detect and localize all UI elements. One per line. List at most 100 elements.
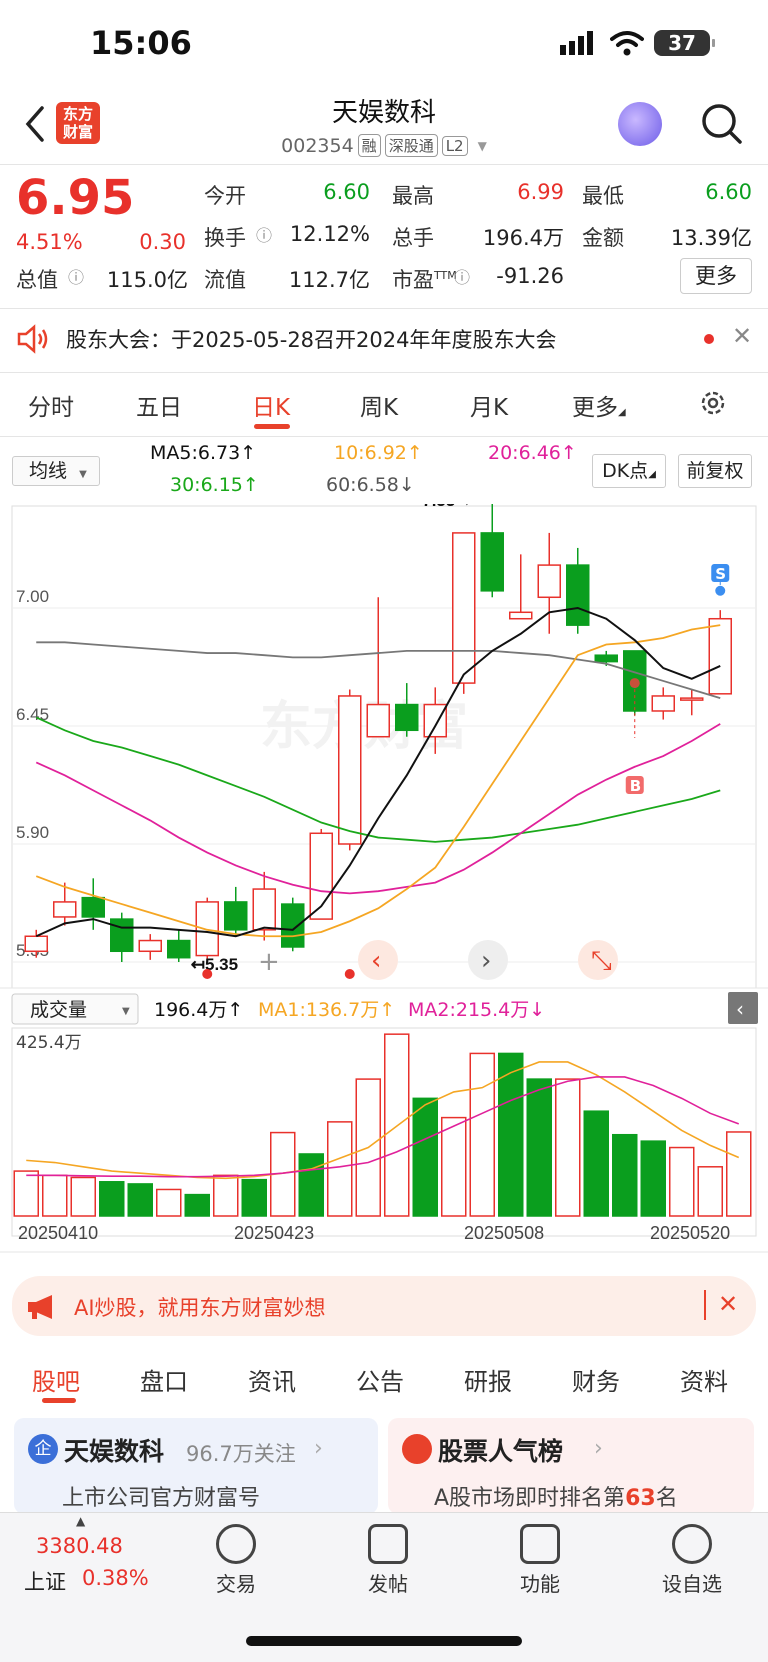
volume-bar — [42, 1174, 68, 1217]
quote-value: 6.99 — [517, 180, 564, 204]
volume-bar — [640, 1140, 666, 1217]
volume-bar — [70, 1176, 96, 1217]
ma-selector[interactable]: 均线 ▼ — [12, 456, 100, 486]
active-tab-indicator — [254, 424, 290, 429]
close-icon[interactable]: ✕ — [732, 322, 752, 350]
tab-4[interactable]: 月K — [470, 388, 508, 422]
index-percent[interactable]: 0.38% — [82, 1566, 149, 1590]
candle-body — [537, 564, 561, 599]
section-tab-6[interactable]: 资料 — [680, 1362, 728, 1397]
candle-body — [53, 901, 77, 918]
ma60-value: 60:6.58↓ — [326, 474, 415, 496]
popularity-card-title: 股票人气榜 — [438, 1437, 564, 1466]
y-tick-label: 7.00 — [16, 587, 49, 606]
popularity-card-subtitle: A股市场即时排名第63名 — [434, 1486, 678, 1511]
notice-text[interactable]: 股东大会：于2025-05-28召开2024年年度股东大会 — [66, 324, 556, 354]
index-name[interactable]: 上证 — [24, 1566, 66, 1596]
tab-1[interactable]: 五日 — [136, 388, 182, 422]
ma5-value: MA5:6.73↑ — [150, 442, 257, 464]
margin-tag: 融 — [357, 134, 381, 157]
status-icons: 37 — [560, 30, 715, 56]
dk-point-button[interactable]: DK点◢ — [592, 454, 666, 488]
chevron-left-icon: ‹ — [371, 946, 381, 976]
quote-label: 市盈TTM — [392, 268, 457, 292]
toolbar-label: 设自选 — [662, 1572, 722, 1596]
more-button[interactable]: 更多 — [680, 258, 752, 294]
candle-body — [395, 703, 419, 732]
speaker-icon — [17, 324, 48, 354]
quote-value: 13.39亿 — [670, 226, 752, 250]
ma20-value: 20:6.46↑ — [488, 442, 577, 464]
candle-body — [138, 939, 162, 953]
ai-robot-icon[interactable] — [618, 102, 662, 146]
toolbar-yen[interactable]: 交易 — [186, 1524, 286, 1597]
chevron-down-icon: ▼ — [122, 1006, 130, 1017]
candle-body — [281, 903, 305, 948]
section-tab-5[interactable]: 财务 — [572, 1362, 620, 1397]
candle-body — [338, 695, 362, 845]
index-value[interactable]: 3380.48 — [36, 1534, 123, 1558]
dropdown-arrow-icon: ◢ — [618, 407, 626, 418]
volume-bar — [469, 1052, 495, 1217]
close-icon[interactable]: ✕ — [718, 1290, 738, 1318]
search-icon[interactable] — [700, 102, 744, 146]
section-tab-2[interactable]: 资讯 — [248, 1362, 296, 1397]
dropdown-arrow-icon[interactable]: ▼ — [478, 139, 487, 153]
ai-promo-text[interactable]: AI炒股，就用东方财富妙想 — [74, 1292, 326, 1322]
volume-bar — [384, 1033, 410, 1217]
candle-body — [110, 918, 134, 953]
tab-2[interactable]: 日K — [252, 388, 290, 422]
candle-body — [167, 939, 191, 959]
x-tick-label: 20250423 — [234, 1223, 314, 1243]
candle-body — [480, 532, 504, 592]
quote-label: 换手 — [204, 226, 246, 250]
vol-ma2-value: MA2:215.4万↓ — [408, 999, 545, 1021]
company-card-title: 天娱数科 — [64, 1437, 165, 1466]
info-icon[interactable]: ⓘ — [68, 264, 84, 288]
quote-value: 12.12% — [289, 222, 370, 246]
crosshair-icon: + — [258, 947, 280, 977]
toolbar-grid[interactable]: 功能 — [490, 1524, 590, 1597]
sell-signal-label: S — [715, 565, 726, 583]
info-icon[interactable]: ⓘ — [454, 264, 470, 288]
active-tab-indicator — [42, 1398, 76, 1403]
volume-max-label: 425.4万 — [16, 1033, 82, 1053]
section-tab-3[interactable]: 公告 — [356, 1362, 404, 1397]
volume-bar — [612, 1133, 638, 1217]
tab-3[interactable]: 周K — [360, 388, 398, 422]
megaphone-icon — [28, 1295, 52, 1319]
chevron-right-icon: › — [481, 946, 491, 976]
x-tick-label: 20250508 — [464, 1223, 544, 1243]
candle-body — [452, 532, 476, 684]
current-price: 6.95 — [16, 170, 135, 226]
toolbar-edit[interactable]: 发帖 — [338, 1524, 438, 1597]
tab-5[interactable]: 更多◢ — [572, 388, 626, 422]
quote-value: 6.60 — [705, 180, 752, 204]
chevron-down-icon: ▼ — [79, 469, 87, 480]
info-icon[interactable]: ⓘ — [256, 222, 272, 246]
adjust-button[interactable]: 前复权 — [678, 454, 752, 488]
candle-body — [708, 617, 732, 695]
toolbar-more-dots[interactable]: 设自选 — [642, 1524, 742, 1597]
candle-body — [651, 695, 675, 712]
quote-label: 金额 — [582, 226, 624, 250]
change-amount: 0.30 — [139, 230, 186, 254]
settings-gear-icon[interactable] — [698, 388, 728, 418]
candle-body — [594, 654, 618, 663]
connect-tag: 深股通 — [384, 134, 438, 157]
section-tab-0[interactable]: 股吧 — [32, 1362, 80, 1397]
caret-up-icon: ▲ — [76, 1514, 86, 1528]
status-time: 15:06 — [90, 24, 192, 62]
x-tick-label: 20250410 — [18, 1223, 98, 1243]
kline-chart[interactable]: 7.557.006.455.905.35东方财富7.55→↤5.35SB‹›⤡+… — [0, 504, 768, 1264]
section-tab-4[interactable]: 研报 — [464, 1362, 512, 1397]
volume-bar — [697, 1166, 723, 1217]
candle-body — [423, 703, 447, 738]
l2-tag: L2 — [441, 135, 468, 156]
quote-label: 最高 — [392, 184, 434, 208]
section-tab-1[interactable]: 盘口 — [140, 1362, 188, 1397]
candle-body — [566, 564, 590, 626]
candle-body — [81, 896, 105, 918]
quote-label: 总手 — [392, 226, 434, 250]
tab-0[interactable]: 分时 — [28, 388, 74, 422]
